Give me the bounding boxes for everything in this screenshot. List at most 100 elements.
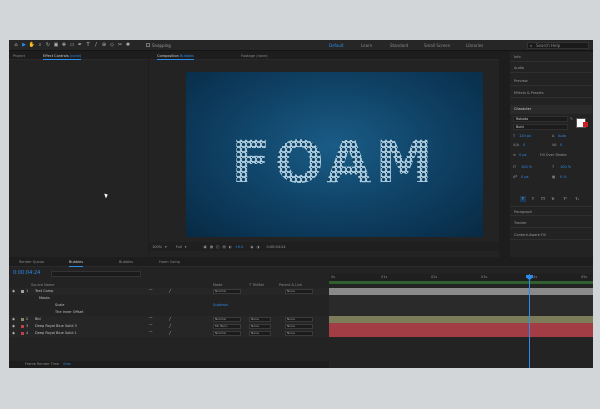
shy-switch-icon[interactable]: ⌒ [149,316,153,323]
exposure-reset-icon[interactable]: ◐ [229,245,232,249]
region-of-interest-icon[interactable]: ▣ [204,245,207,249]
table-row[interactable]: ◉ 3 Deep Royal Blue Solid 3 ⌒ ╱ Ml. Burn None N… [9,323,329,330]
fx-switch-icon[interactable]: ╱ [169,288,171,295]
mask-visibility-icon[interactable]: ◰ [216,245,219,249]
track-matte-select[interactable]: None [249,331,271,336]
table-row[interactable]: Masks [9,295,329,302]
camera-icon[interactable]: ▣ [52,40,60,51]
kerning-value[interactable]: 0 [523,143,525,147]
shy-switch-icon[interactable]: ⌒ [149,330,153,337]
workspace-learn[interactable]: Learn [361,40,372,51]
table-row[interactable]: ◉ 2 Bbl ⌒ ╱ Normal None None [9,316,329,323]
tab-foam-comp[interactable]: Foam Comp [159,258,180,267]
view-options-icon[interactable]: ▤ [222,245,225,249]
stroke-mode-select[interactable]: Fill Over Stroke [540,153,566,157]
stamp-icon[interactable]: ⊕ [100,40,108,51]
workspace-default[interactable]: Default [329,40,344,51]
tab-effect-controls[interactable]: Effect Controls (none) [43,52,82,60]
preview-panel-header[interactable]: Preview [510,76,592,86]
eyedropper-icon[interactable]: ✎ [570,117,573,121]
resolution-select[interactable]: Full [176,245,182,249]
label-color-swatch[interactable] [21,290,24,293]
table-row[interactable]: Scale Subtract [9,302,329,309]
blend-mode-select[interactable]: Normal [213,289,241,294]
rotate-icon[interactable]: ↻ [44,40,52,51]
viewer-timecode[interactable]: 0:00:04:24 [266,245,285,249]
hand-icon[interactable]: ✋ [28,40,36,51]
track-bar-solid-1[interactable] [329,330,593,337]
tab-bubbles-comp-2[interactable]: Bubbles [119,258,133,267]
visibility-eye-icon[interactable]: ◉ [12,288,15,295]
workspace-libraries[interactable]: Libraries [466,40,483,51]
layer-name[interactable]: The Inner Offset [55,309,83,316]
table-row[interactable]: ◉ 1 Text Comp ⌒ ╱ Normal None [9,288,329,295]
layer-name[interactable]: Masks [39,295,50,302]
workspace-small-screen[interactable]: Small Screen [424,40,450,51]
zoom-icon[interactable]: ⌕ [36,40,44,51]
content-aware-fill-header[interactable]: Content-Aware Fill [510,230,592,240]
table-row[interactable]: ◉ 4 Deep Royal Blue Solid 1 ⌒ ╱ Normal None Non… [9,330,329,337]
parent-link-select[interactable]: None [285,289,313,294]
snapping-toggle[interactable]: Snapping [146,43,171,48]
character-panel-header[interactable]: Character [510,105,592,114]
parent-link-select[interactable]: None [285,331,313,336]
visibility-eye-icon[interactable]: ◉ [12,330,15,337]
stroke-width-value[interactable]: 0 px [519,153,527,157]
layer-name[interactable]: Bbl [35,316,41,323]
pen-icon[interactable]: ✒ [76,40,84,51]
select-icon[interactable]: ▶ [20,40,28,51]
paragraph-panel-header[interactable]: Paragraph [510,206,592,216]
subscript-button[interactable]: T₁ [574,196,580,202]
current-time-indicator[interactable] [529,274,530,368]
parent-link-select[interactable]: None [285,317,313,322]
zoom-level[interactable]: 100% [152,245,162,249]
tab-render-queue[interactable]: Render Queue [19,258,44,267]
time-ruler[interactable] [329,274,593,281]
shy-switch-icon[interactable]: ⌒ [149,288,153,295]
exposure-value[interactable]: +0.0 [235,245,244,249]
tab-bubbles-comp[interactable]: Bubbles [69,258,84,267]
home-icon[interactable]: ⌂ [12,40,20,51]
pan-icon[interactable]: ✥ [60,40,68,51]
puppet-icon[interactable]: ✱ [124,40,132,51]
label-color-swatch[interactable] [21,318,24,321]
small-caps-button[interactable]: Tr [550,196,556,202]
font-family-select[interactable]: Roboto [513,116,568,122]
snapping-checkbox[interactable] [146,43,150,47]
channel-icon[interactable]: ◑ [256,245,259,249]
track-bar-solid-3[interactable] [329,323,593,330]
layer-search-input[interactable] [51,271,141,277]
tracking-value[interactable]: 0 [560,143,562,147]
tsume-value[interactable]: 0 % [560,175,567,179]
track-bar-bbl[interactable] [329,316,593,323]
fx-switch-icon[interactable]: ╱ [169,323,171,330]
blend-mode-select[interactable]: Normal [213,331,241,336]
fx-switch-icon[interactable]: ╱ [169,330,171,337]
vertical-scale-value[interactable]: 100 % [521,165,532,169]
search-help-input[interactable]: ⌕ Search Help [527,42,589,49]
faux-italic-button[interactable]: T [530,196,536,202]
layer-name[interactable]: Text Comp [35,288,53,295]
baseline-value[interactable]: 0 px [521,175,529,179]
work-area-bar[interactable] [329,281,593,284]
brush-icon[interactable]: / [92,40,100,51]
font-style-select[interactable]: Bold [513,124,568,130]
track-bar-text-comp[interactable] [329,288,593,295]
layer-name[interactable]: Deep Royal Blue Solid 1 [35,330,77,337]
tab-project[interactable]: Project [13,52,25,60]
track-matte-select[interactable]: None [249,324,271,329]
visibility-eye-icon[interactable]: ◉ [12,323,15,330]
layer-name[interactable]: Deep Royal Blue Solid 3 [35,323,77,330]
superscript-button[interactable]: T¹ [562,196,568,202]
composition-viewer[interactable]: FOAM [186,72,483,237]
audio-panel-header[interactable]: Audio [510,63,592,73]
blend-mode-select[interactable]: Subtract [213,302,241,309]
shy-switch-icon[interactable]: ⌒ [149,323,153,330]
transparency-grid-icon[interactable]: ▦ [210,245,213,249]
font-size-value[interactable]: 120 px [519,134,531,138]
fx-switch-icon[interactable]: ╱ [169,316,171,323]
parent-link-select[interactable]: None [285,324,313,329]
tab-footage[interactable]: Footage (none) [241,52,268,60]
workspace-standard[interactable]: Standard [390,40,408,51]
leading-value[interactable]: Auto [558,134,566,138]
